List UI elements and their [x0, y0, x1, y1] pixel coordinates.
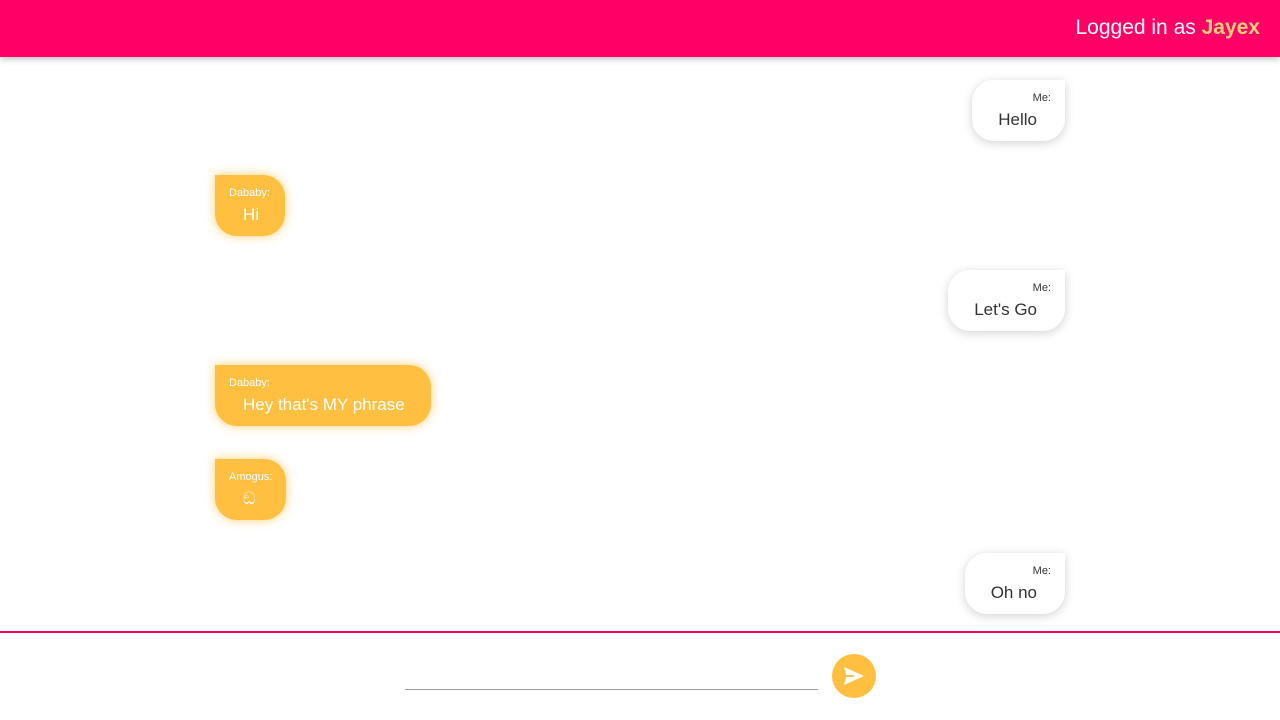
send-icon	[844, 667, 864, 685]
message-bubble: Me: Oh no	[964, 553, 1065, 614]
message-bubble: Dababy: Hey that's MY phrase	[215, 365, 431, 426]
message-bubble: Me: Let's Go	[948, 270, 1065, 331]
username: Jayex	[1201, 16, 1260, 39]
message-sender: Amogus:	[229, 471, 273, 483]
message-text: Let's Go	[974, 300, 1037, 319]
login-status: Logged in as Jayex	[1075, 15, 1260, 41]
message-sender: Dababy:	[229, 187, 270, 199]
message-text: ඞ	[243, 489, 256, 508]
message-bubble: Me: Hello	[972, 80, 1065, 141]
message-list[interactable]: Me: Hello Dababy: Hi Me: Let's Go Dababy…	[0, 57, 1280, 631]
message-bubble: Dababy: Hi	[215, 175, 286, 236]
message-text: Hey that's MY phrase	[243, 395, 405, 414]
message-sender: Me:	[1032, 282, 1051, 294]
message-sender: Me:	[1032, 565, 1051, 577]
message-composer	[0, 633, 1280, 720]
message-sender: Dababy:	[229, 377, 270, 389]
message-text: Hi	[243, 205, 260, 224]
message-text: Oh no	[990, 583, 1037, 602]
message-bubble: Amogus: ඞ	[215, 459, 287, 520]
message-input[interactable]	[405, 669, 818, 690]
login-status-label: Logged in as	[1075, 16, 1202, 39]
message-text: Hello	[998, 110, 1037, 129]
message-sender: Me:	[1032, 92, 1051, 104]
top-bar: Logged in as Jayex	[0, 0, 1280, 57]
send-button[interactable]	[832, 654, 876, 698]
